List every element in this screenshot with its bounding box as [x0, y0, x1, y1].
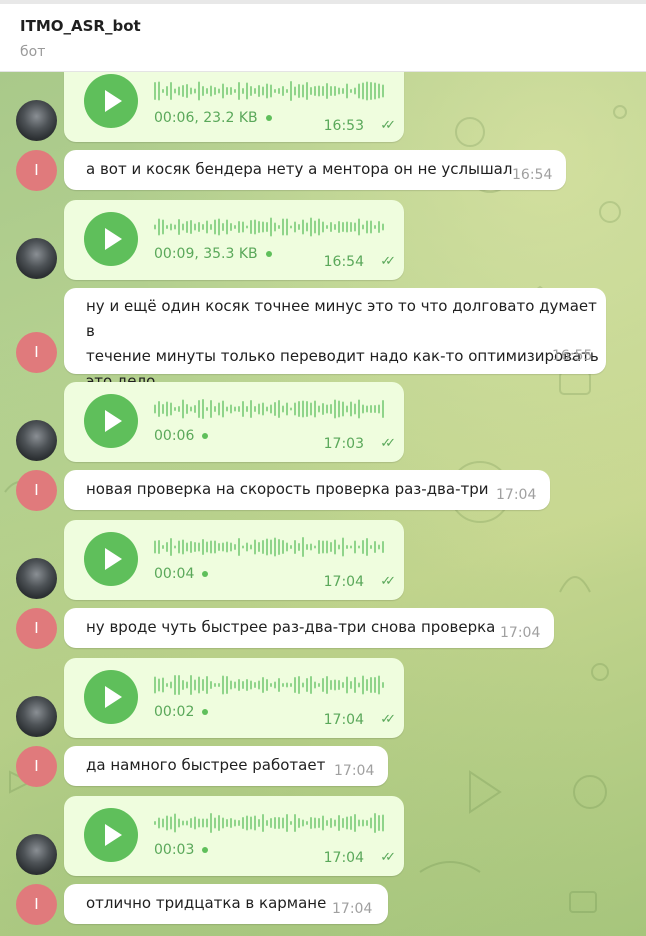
unplayed-dot-icon [202, 847, 209, 853]
message-time: 17:04 [323, 574, 364, 590]
user-avatar[interactable]: I [16, 332, 57, 373]
message-time: 17:04 [323, 850, 364, 866]
message-time: 17:04 [323, 712, 364, 728]
waveform[interactable] [154, 216, 386, 238]
voice-duration: 00:03 [154, 842, 195, 858]
bot-avatar[interactable] [16, 558, 57, 599]
waveform[interactable] [154, 536, 386, 558]
message-text: да намного быстрее работает [86, 756, 326, 774]
message-time: 16:55 [552, 348, 593, 364]
user-avatar[interactable]: I [16, 150, 57, 191]
message-time: 17:04 [334, 763, 375, 779]
user-avatar[interactable]: I [16, 608, 57, 649]
play-button[interactable] [84, 670, 138, 724]
voice-message[interactable]: 00:09, 35.3 KB 16:54 ✓✓ [64, 200, 404, 280]
voice-message[interactable]: 00:04 17:04 ✓✓ [64, 520, 404, 600]
voice-duration: 00:06 [154, 428, 195, 444]
play-button[interactable] [84, 808, 138, 862]
voice-duration: 00:09, 35.3 KB [154, 246, 258, 262]
chat-title: ITMO_ASR_bot [20, 17, 141, 35]
text-message[interactable]: да намного быстрее работает 17:04 [64, 746, 388, 786]
user-avatar[interactable]: I [16, 470, 57, 511]
unplayed-dot-icon [202, 709, 209, 715]
waveform[interactable] [154, 812, 386, 834]
bot-avatar[interactable] [16, 100, 57, 141]
unplayed-dot-icon [202, 433, 209, 439]
waveform[interactable] [154, 398, 386, 420]
bot-avatar[interactable] [16, 696, 57, 737]
voice-duration: 00:06, 23.2 KB [154, 110, 258, 126]
voice-duration: 00:04 [154, 566, 195, 582]
bot-avatar[interactable] [16, 834, 57, 875]
message-time: 16:53 [323, 118, 364, 134]
waveform[interactable] [154, 674, 386, 696]
play-button[interactable] [84, 212, 138, 266]
play-button[interactable] [84, 532, 138, 586]
unplayed-dot-icon [265, 251, 272, 257]
message-text: а вот и косяк бендера нету а ментора он … [86, 160, 513, 178]
message-text: новая проверка на скорость проверка раз-… [86, 480, 489, 498]
message-text-line: течение минуты только переводит надо как… [86, 347, 599, 365]
text-message[interactable]: отлично тридцатка в кармане 17:04 [64, 884, 388, 924]
voice-message[interactable]: 00:06, 23.2 KB 16:53 ✓✓ [64, 72, 404, 142]
play-button[interactable] [84, 74, 138, 128]
message-text: ну вроде чуть быстрее раз-два-три снова … [86, 618, 496, 636]
voice-message[interactable]: 00:02 17:04 ✓✓ [64, 658, 404, 738]
text-message[interactable]: ну и ещё один косяк точнее минус это то … [64, 288, 606, 390]
message-time: 17:04 [500, 625, 541, 641]
message-time: 16:54 [323, 254, 364, 270]
unplayed-dot-icon [202, 571, 209, 577]
read-checkmarks-icon: ✓✓ [380, 850, 396, 865]
text-message[interactable]: ну вроде чуть быстрее раз-два-три снова … [64, 608, 554, 648]
message-text-line: ну и ещё один косяк точнее минус это то … [86, 297, 597, 340]
bot-avatar[interactable] [16, 420, 57, 461]
message-time: 17:04 [332, 901, 373, 917]
voice-duration: 00:02 [154, 704, 195, 720]
read-checkmarks-icon: ✓✓ [380, 254, 396, 269]
message-time: 16:54 [512, 167, 553, 183]
voice-message[interactable]: 00:06 17:03 ✓✓ [64, 382, 404, 462]
read-checkmarks-icon: ✓✓ [380, 436, 396, 451]
read-checkmarks-icon: ✓✓ [380, 712, 396, 727]
voice-message[interactable]: 00:03 17:04 ✓✓ [64, 796, 404, 876]
user-avatar[interactable]: I [16, 884, 57, 925]
play-button[interactable] [84, 394, 138, 448]
text-message[interactable]: а вот и косяк бендера нету а ментора он … [64, 150, 566, 190]
chat-header[interactable]: ITMO_ASR_bot бот [0, 0, 646, 72]
message-text: отлично тридцатка в кармане [86, 894, 327, 912]
chat-area[interactable]: 00:06, 23.2 KB 16:53 ✓✓ I а вот и косяк … [0, 72, 646, 936]
read-checkmarks-icon: ✓✓ [380, 118, 396, 133]
user-avatar[interactable]: I [16, 746, 57, 787]
text-message[interactable]: новая проверка на скорость проверка раз-… [64, 470, 550, 510]
read-checkmarks-icon: ✓✓ [380, 574, 396, 589]
waveform[interactable] [154, 80, 386, 102]
chat-subtitle: бот [20, 44, 46, 60]
message-time: 17:04 [496, 487, 537, 503]
unplayed-dot-icon [265, 115, 272, 121]
message-time: 17:03 [323, 436, 364, 452]
bot-avatar[interactable] [16, 238, 57, 279]
